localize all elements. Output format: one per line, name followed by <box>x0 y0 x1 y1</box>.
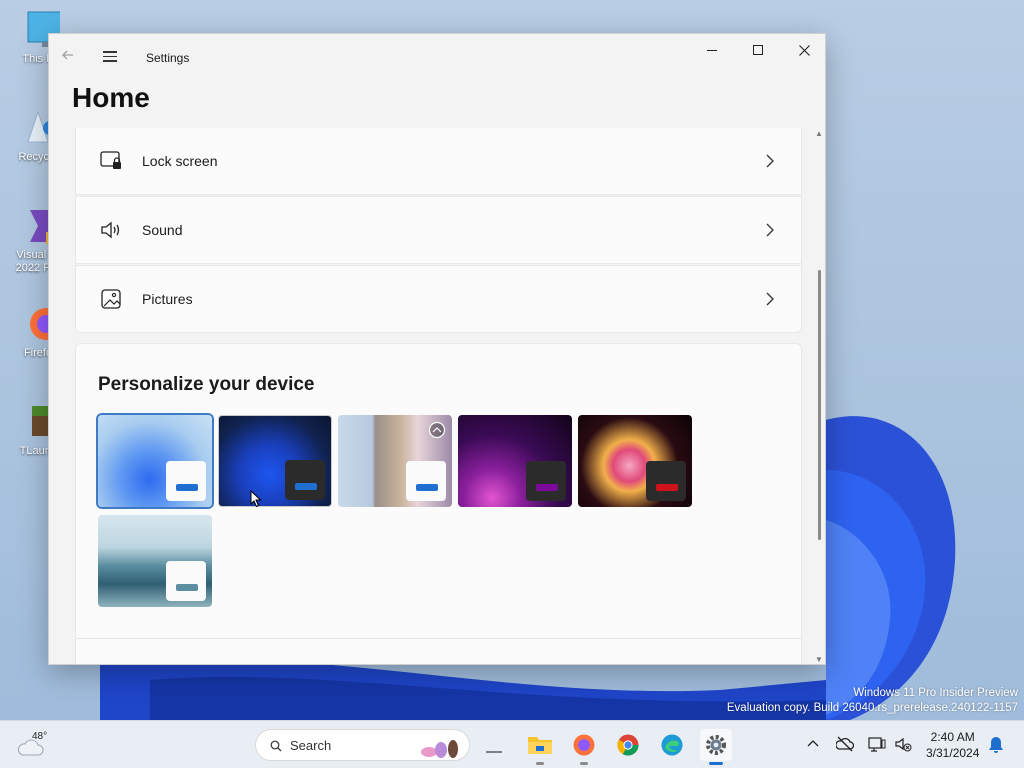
card-divider <box>76 638 801 639</box>
content-scrollbar[interactable]: ▲ ▼ <box>813 130 825 664</box>
theme-mini-window <box>646 461 686 501</box>
lock-screen-icon <box>100 151 121 169</box>
clock-time: 2:40 AM <box>930 730 975 744</box>
onedrive-paused-icon[interactable] <box>836 735 854 753</box>
watermark-line: Windows 11 Pro Insider Preview <box>853 687 1018 699</box>
taskbar-clock[interactable]: 2:40 AM 3/31/2024 <box>926 729 979 761</box>
file-explorer-icon <box>528 737 552 754</box>
evaluation-watermark: Windows 11 Pro Insider Preview Evaluatio… <box>727 686 1018 716</box>
app-title: Settings <box>146 51 190 65</box>
watermark-line: Evaluation copy. Build 26040.rs_prerelea… <box>726 702 1018 714</box>
taskbar-chrome[interactable] <box>612 729 644 761</box>
spotlight-badge-icon <box>428 421 446 439</box>
minimize-button[interactable] <box>689 34 735 66</box>
theme-tile-windows-dark[interactable] <box>218 415 332 507</box>
row-label: Sound <box>142 222 183 238</box>
minimize-icon <box>707 49 717 51</box>
page-title: Home <box>72 82 150 113</box>
theme-tile-windows-light[interactable] <box>96 413 214 509</box>
picture-icon <box>101 289 121 309</box>
theme-accent-bar <box>656 484 678 491</box>
app-running-indicator <box>709 762 723 765</box>
notification-bell-icon[interactable] <box>988 736 1004 754</box>
scrollbar-thumb[interactable] <box>818 270 821 540</box>
weather-widget[interactable]: 48° <box>16 731 56 761</box>
app-running-indicator <box>536 762 544 765</box>
weather-temperature: 48° <box>32 731 48 742</box>
taskbar-edge[interactable] <box>656 729 688 761</box>
settings-icon <box>706 735 726 755</box>
maximize-icon <box>753 45 763 55</box>
settings-row-pictures[interactable]: Pictures <box>75 265 802 333</box>
clock-date: 3/31/2024 <box>926 746 980 760</box>
search-icon <box>270 740 282 752</box>
chevron-right-icon <box>766 223 774 237</box>
theme-accent-bar <box>176 484 198 491</box>
settings-row-sound[interactable]: Sound <box>75 196 802 264</box>
arrow-left-icon <box>62 50 73 60</box>
search-highlight-icon <box>421 740 458 758</box>
hamburger-icon <box>103 51 117 53</box>
theme-accent-bar <box>536 484 558 491</box>
firefox-icon <box>573 734 595 756</box>
search-placeholder: Search <box>290 738 332 753</box>
settings-row-lock-screen[interactable]: Lock screen <box>75 128 802 195</box>
volume-muted-icon[interactable] <box>894 735 912 753</box>
settings-content: Lock screen Sound Pictures Personalize y… <box>75 128 803 664</box>
close-button[interactable] <box>781 34 825 66</box>
chevron-up-icon[interactable] <box>804 735 822 753</box>
theme-accent-bar <box>295 483 317 490</box>
theme-tile-windows-spotlight[interactable] <box>338 415 452 507</box>
close-icon <box>798 44 810 56</box>
chevron-right-icon <box>766 154 774 168</box>
theme-mini-window <box>166 561 206 601</box>
theme-tile-glow[interactable] <box>458 415 572 507</box>
mouse-cursor-icon <box>250 490 262 508</box>
speaker-icon <box>101 221 120 239</box>
taskbar-settings[interactable] <box>700 729 732 765</box>
theme-tile-captured-motion[interactable] <box>578 415 692 507</box>
theme-mini-window <box>406 461 446 501</box>
row-label: Pictures <box>142 291 193 307</box>
taskbar-search[interactable]: Search <box>255 729 470 761</box>
app-running-indicator <box>580 762 588 765</box>
personalize-heading: Personalize your device <box>98 374 315 395</box>
network-icon[interactable] <box>868 735 886 753</box>
chevron-right-icon <box>766 292 774 306</box>
scroll-down-icon[interactable]: ▼ <box>815 656 823 664</box>
task-view-icon <box>486 751 502 753</box>
theme-mini-window <box>285 460 325 500</box>
back-button[interactable] <box>61 48 83 68</box>
hamburger-icon-line <box>103 55 117 57</box>
taskbar: 48° Search 2:40 AM 3/31/2024 <box>0 720 1024 768</box>
settings-window[interactable]: Settings Home Lock screen Sound Pictures <box>48 33 826 665</box>
chrome-icon <box>617 734 639 756</box>
navigation-menu-button[interactable] <box>103 48 125 68</box>
personalize-card: Personalize your device <box>75 343 802 664</box>
theme-tile-flow[interactable] <box>98 515 212 607</box>
edge-icon <box>661 734 683 756</box>
row-label: Lock screen <box>142 153 218 169</box>
hamburger-icon-line <box>103 60 117 62</box>
theme-mini-window <box>166 461 206 501</box>
scroll-up-icon[interactable]: ▲ <box>815 130 823 138</box>
taskbar-task-view[interactable] <box>478 729 510 761</box>
taskbar-file-explorer[interactable] <box>524 729 556 765</box>
taskbar-firefox[interactable] <box>568 729 600 765</box>
maximize-button[interactable] <box>735 34 781 66</box>
theme-accent-bar <box>176 584 198 591</box>
title-bar[interactable]: Settings <box>49 34 825 82</box>
theme-accent-bar <box>416 484 438 491</box>
theme-mini-window <box>526 461 566 501</box>
